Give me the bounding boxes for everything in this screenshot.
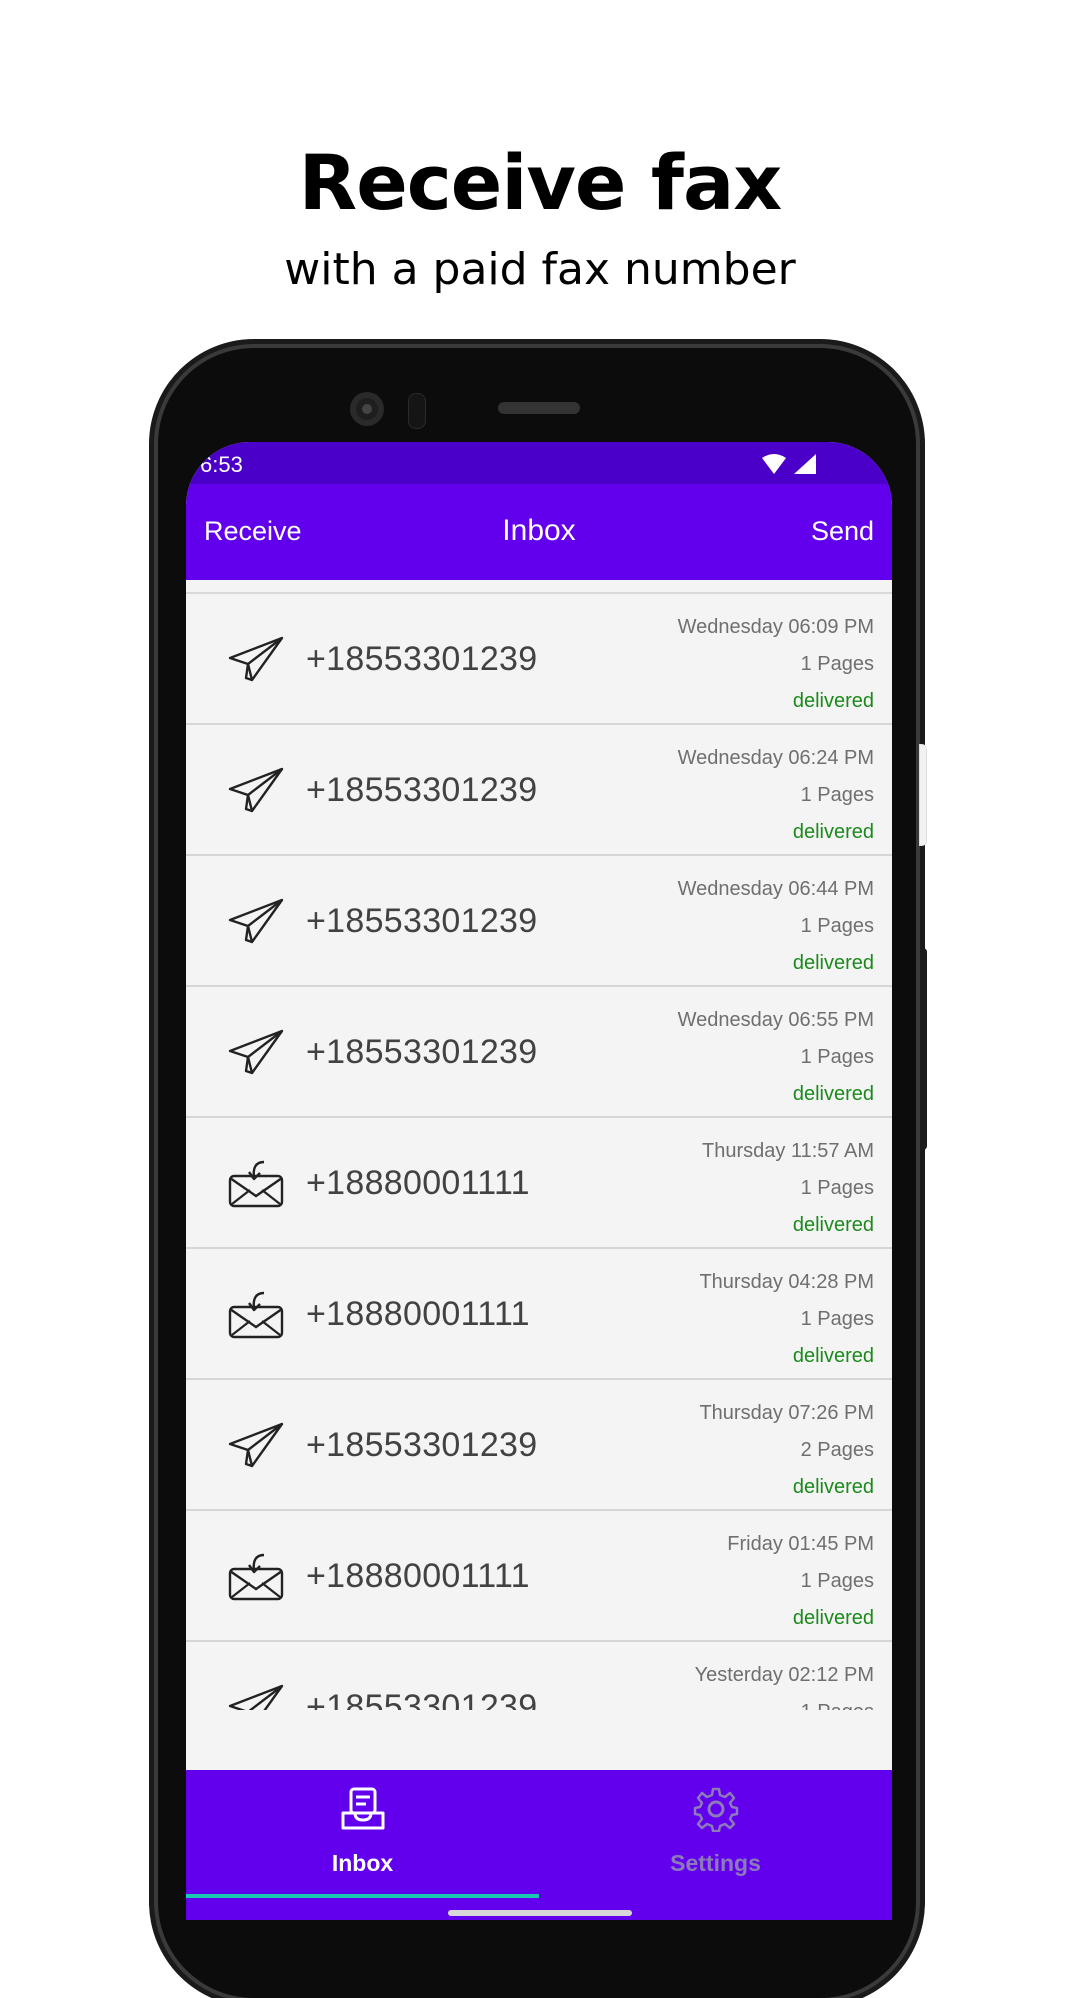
fax-page-count: 1 Pages [800, 653, 874, 675]
phone-screen: 6:53 Inbox Receive Send +18553301239 Wedn… [186, 442, 892, 1920]
gear-icon [693, 1787, 739, 1832]
promo-subline: with a paid fax number [284, 244, 796, 295]
fax-page-count: 1 Pages [800, 1177, 874, 1199]
fax-status: delivered [792, 1607, 874, 1629]
fax-row[interactable]: +18553301239 Wednesday 06:44 PM 1 Pages del… [186, 856, 892, 987]
wifi-icon [762, 454, 786, 474]
earpiece-speaker [498, 402, 580, 414]
fax-status: delivered [792, 1083, 874, 1105]
paper-plane-icon [228, 765, 284, 815]
fax-datetime: Thursday 04:28 PM [699, 1271, 874, 1293]
active-tab-indicator [186, 1894, 539, 1898]
receive-button[interactable]: Receive [204, 516, 302, 547]
paper-plane-icon [228, 896, 284, 946]
fax-status: delivered [792, 690, 874, 712]
proximity-sensor [408, 393, 426, 429]
cell-signal-icon [794, 454, 816, 474]
fax-number: +18880001111 [306, 1164, 530, 1202]
fax-row[interactable]: +18880001111 Thursday 04:28 PM 1 Pages deli… [186, 1249, 892, 1380]
fax-datetime: Yesterday 02:12 PM [694, 1664, 874, 1686]
fax-page-count: 1 Pages [801, 1701, 874, 1710]
front-camera [350, 392, 384, 426]
send-button[interactable]: Send [811, 516, 874, 547]
fax-number: +18553301239 [306, 1688, 538, 1710]
nav-item-settings[interactable]: Settings [539, 1770, 892, 1894]
status-bar: 6:53 [186, 442, 892, 484]
fax-status: delivered [792, 1214, 874, 1236]
fax-row[interactable]: +18553301239 Wednesday 06:55 PM 1 Pages del… [186, 987, 892, 1118]
fax-page-count: 1 Pages [800, 1308, 874, 1330]
fax-status: delivered [792, 821, 874, 843]
fax-status: delivered [792, 952, 874, 974]
fax-datetime: Wednesday 06:55 PM [677, 1009, 874, 1031]
fax-datetime: Friday 01:45 PM [727, 1533, 874, 1555]
bottom-navigation: Inbox Settings [186, 1770, 892, 1920]
fax-datetime: Wednesday 06:44 PM [677, 878, 874, 900]
fax-page-count: 1 Pages [800, 1570, 874, 1592]
fax-row[interactable]: +18880001111 Friday 01:45 PM 1 Pages delive… [186, 1511, 892, 1642]
nav-label-inbox: Inbox [331, 1850, 394, 1876]
phone-volume-button [920, 948, 927, 1150]
fax-datetime: Wednesday 06:09 PM [677, 616, 874, 638]
paper-plane-icon [228, 1682, 284, 1710]
nav-label-settings: Settings [670, 1850, 761, 1876]
envelope-received-icon [228, 1551, 284, 1601]
promo-headline: Receive fax [298, 138, 783, 227]
fax-number: +18553301239 [306, 902, 538, 940]
fax-row[interactable]: +18553301239Yesterday 02:12 PM1 Pagesdel… [186, 1642, 892, 1710]
status-time: 6:53 [200, 452, 243, 477]
paper-plane-icon [228, 634, 284, 684]
fax-number: +18880001111 [306, 1557, 530, 1595]
nav-item-inbox[interactable]: Inbox [186, 1770, 539, 1894]
fax-number: +18553301239 [306, 771, 538, 809]
fax-status: delivered [792, 1476, 874, 1498]
fax-page-count: 1 Pages [800, 915, 874, 937]
phone-power-button [920, 745, 926, 845]
fax-datetime: Thursday 11:57 AM [702, 1140, 874, 1162]
fax-row[interactable]: +18553301239 Wednesday 06:24 PM 1 Pages del… [186, 725, 892, 856]
home-gesture-bar[interactable] [448, 1910, 632, 1916]
fax-number: +18553301239 [306, 1033, 538, 1071]
fax-row[interactable]: +18880001111 Thursday 11:57 AM 1 Pages deli… [186, 1118, 892, 1249]
paper-plane-icon [228, 1420, 284, 1470]
fax-row[interactable]: +18553301239 Wednesday 06:09 PM 1 Pages del… [186, 594, 892, 725]
envelope-received-icon [228, 1158, 284, 1208]
inbox-tray-icon [341, 1787, 385, 1830]
app-bar: Inbox Receive Send [186, 484, 892, 580]
envelope-received-icon [228, 1289, 284, 1339]
fax-row[interactable]: +18553301239 Thursday 07:26 PM 2 Pages deli… [186, 1380, 892, 1511]
list-divider [186, 580, 892, 594]
fax-number: +18880001111 [306, 1295, 530, 1333]
fax-number: +18553301239 [306, 640, 538, 678]
fax-list: +18553301239 Wednesday 06:09 PM 1 Pages del… [186, 580, 892, 1710]
signal-icons [762, 454, 816, 474]
fax-page-count: 2 Pages [800, 1439, 874, 1461]
fax-status: delivered [792, 1345, 874, 1367]
fax-page-count: 1 Pages [800, 784, 874, 806]
fax-datetime: Thursday 07:26 PM [699, 1402, 874, 1424]
fax-page-count: 1 Pages [800, 1046, 874, 1068]
fax-datetime: Wednesday 06:24 PM [677, 747, 874, 769]
fax-number: +18553301239 [306, 1426, 538, 1464]
paper-plane-icon [228, 1027, 284, 1077]
